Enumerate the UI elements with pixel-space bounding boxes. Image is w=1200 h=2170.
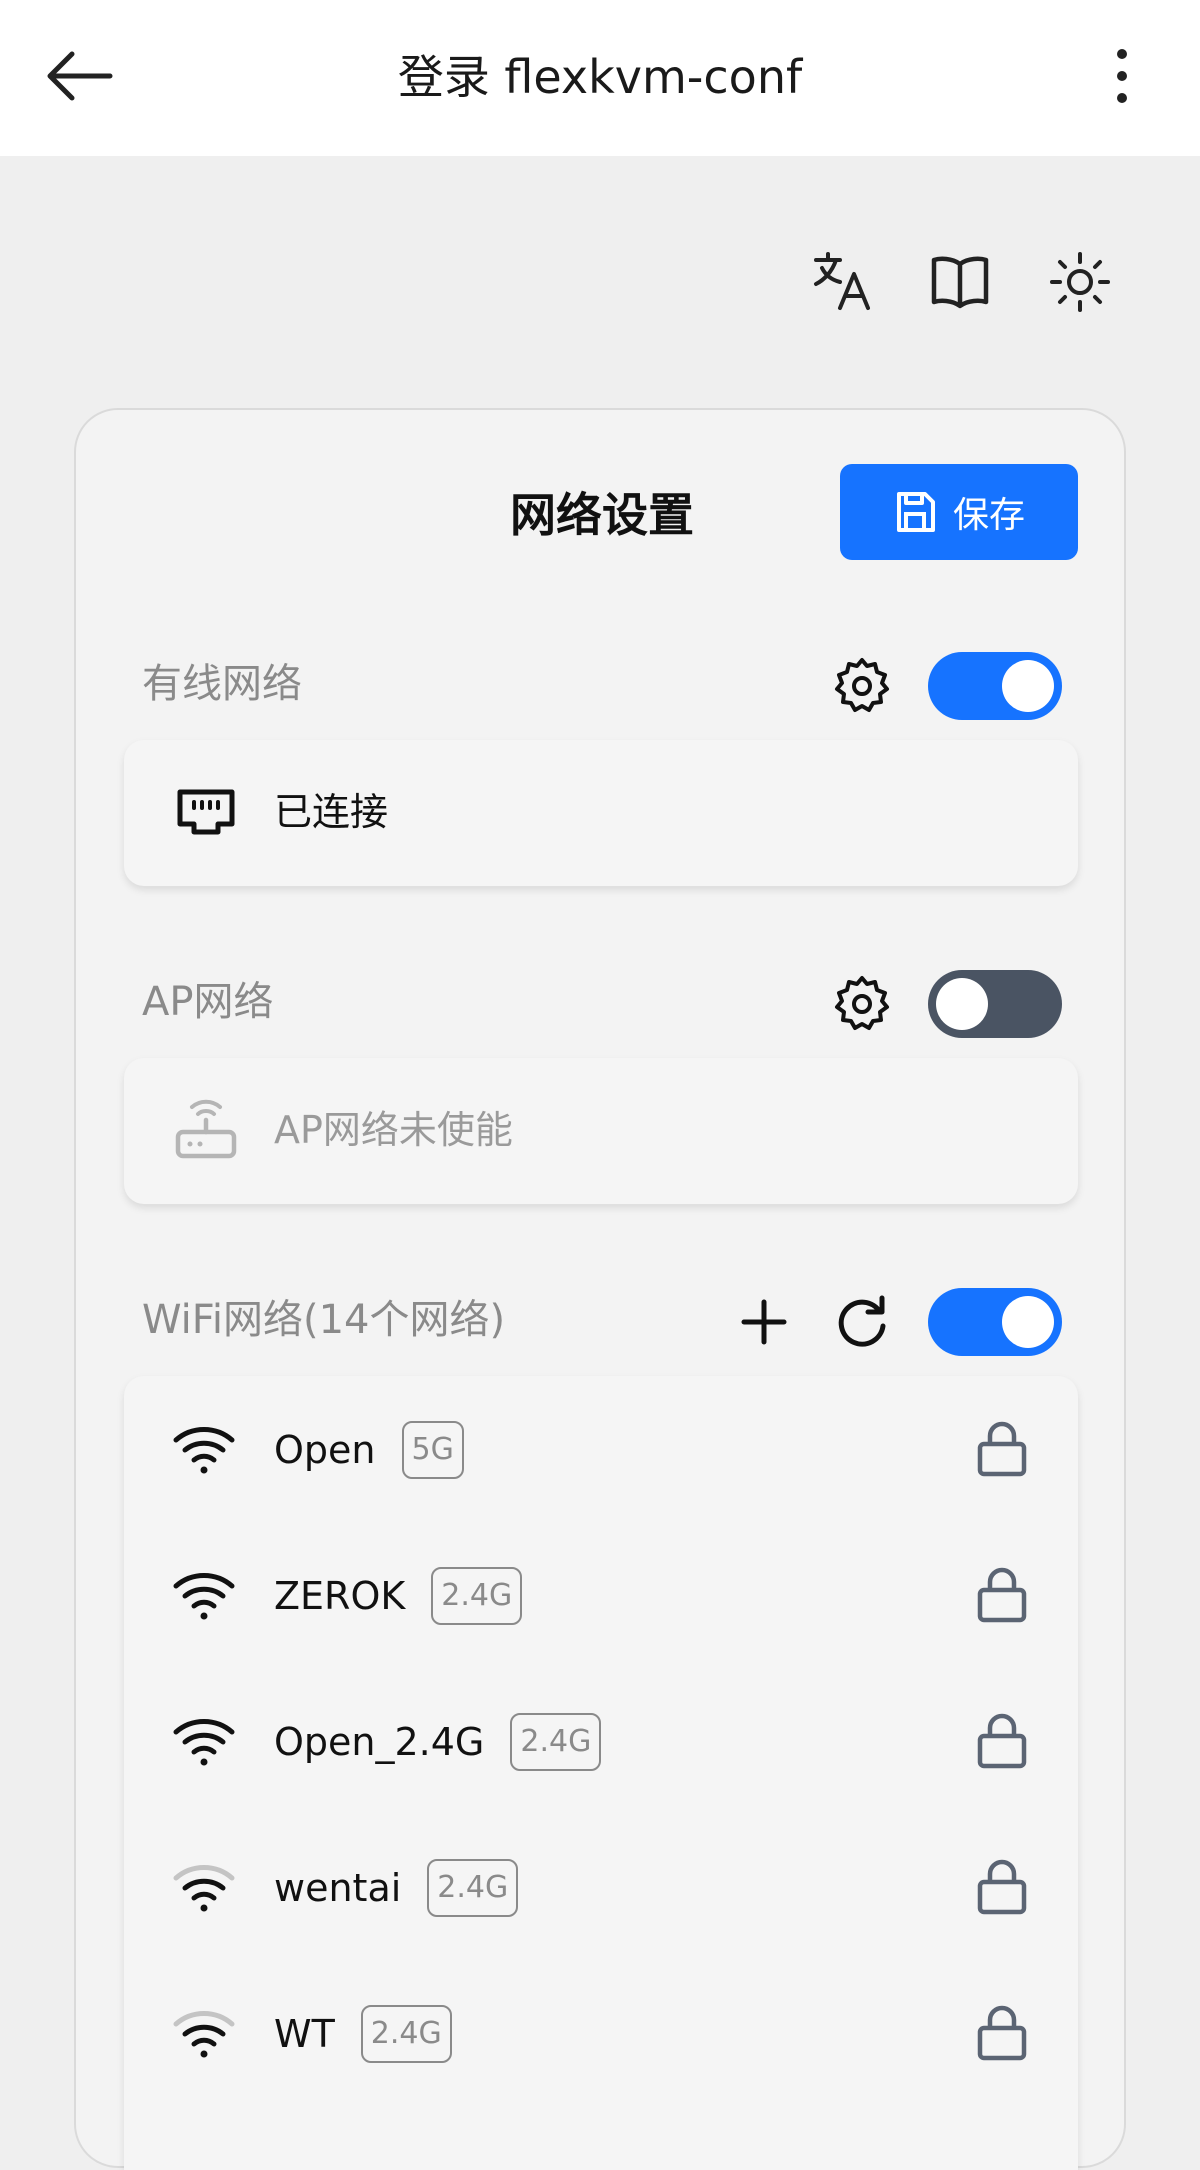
theme-button[interactable] [1048,250,1112,314]
wired-status-panel: 已连接 [124,740,1078,886]
band-badge: 2.4G [360,2004,452,2063]
network-settings-card: 网络设置 保存 有线网络 已连接 AP网络 AP网络未使能 WiFi网络(14个… [74,408,1126,2170]
toggle-knob [1002,1296,1054,1348]
more-vertical-icon [1117,49,1127,103]
ethernet-icon [177,789,235,835]
band-badge: 2.4G [510,1712,602,1771]
save-button-label: 保存 [952,495,1025,536]
save-button[interactable]: 保存 [840,464,1078,560]
sun-icon [1050,252,1110,312]
page-title: 登录 flexkvm-conf [397,50,803,104]
refresh-networks-button[interactable] [830,1290,894,1354]
band-badge: 2.4G [427,1858,519,1917]
wifi-network-list: Open 5G ZEROK 2.4G Open_2.4G 2.4G wentai… [124,1376,1078,2170]
wifi-network-row[interactable]: Open 5G [124,1376,1078,1522]
wifi-section-label: WiFi网络(14个网络) [142,1297,506,1343]
wired-settings-button[interactable] [830,654,894,718]
wifi-ssid: ZEROK [274,1574,406,1618]
refresh-icon [838,1295,886,1347]
book-icon [931,256,989,309]
toggle-knob [936,978,988,1030]
wifi-network-row[interactable]: wentai 2.4G [124,1814,1078,1960]
wifi-ssid: wentai [274,1866,402,1910]
plus-icon [741,1299,787,1345]
gear-icon [835,976,889,1030]
band-badge: 5G [401,1420,464,1479]
wifi-ssid: WT [274,2012,335,2056]
lock-icon [977,1859,1027,1915]
wifi-network-row[interactable]: Open_2.4G 2.4G [124,1668,1078,1814]
wifi-strong-icon [173,1573,235,1620]
ap-section-label: AP网络 [142,979,274,1025]
more-options-button[interactable] [1090,44,1154,108]
docs-button[interactable] [928,250,992,314]
gear-icon [835,658,889,712]
lock-icon [977,1713,1027,1769]
router-icon [175,1099,237,1159]
back-button[interactable] [40,44,120,108]
wired-toggle[interactable] [928,652,1062,720]
lock-icon [977,2005,1027,2061]
ap-toggle[interactable] [928,970,1062,1038]
app-bar: 登录 flexkvm-conf [0,0,1200,156]
band-badge: 2.4G [431,1566,523,1625]
toggle-knob [1002,660,1054,712]
arrow-left-icon [47,51,113,101]
wifi-medium-icon [173,1865,235,1912]
translate-icon [814,252,870,310]
lock-icon [977,1421,1027,1477]
wired-section-label: 有线网络 [142,661,302,707]
wifi-medium-icon [173,2011,235,2058]
language-button[interactable] [810,250,874,314]
wifi-toggle[interactable] [928,1288,1062,1356]
ap-status-text: AP网络未使能 [274,1108,513,1152]
wifi-ssid: Open [274,1428,376,1472]
add-network-button[interactable] [732,1290,796,1354]
wifi-ssid: Open_2.4G [274,1720,485,1764]
wifi-network-row[interactable]: WT 2.4G [124,1960,1078,2106]
ap-settings-button[interactable] [830,972,894,1036]
wifi-strong-icon [173,1427,235,1474]
wifi-strong-icon [173,1719,235,1766]
wifi-network-row[interactable]: ZEROK 2.4G [124,1522,1078,1668]
ap-status-panel: AP网络未使能 [124,1058,1078,1204]
wired-status-text: 已连接 [274,790,389,834]
floppy-disk-icon [896,492,935,532]
lock-icon [977,1567,1027,1623]
